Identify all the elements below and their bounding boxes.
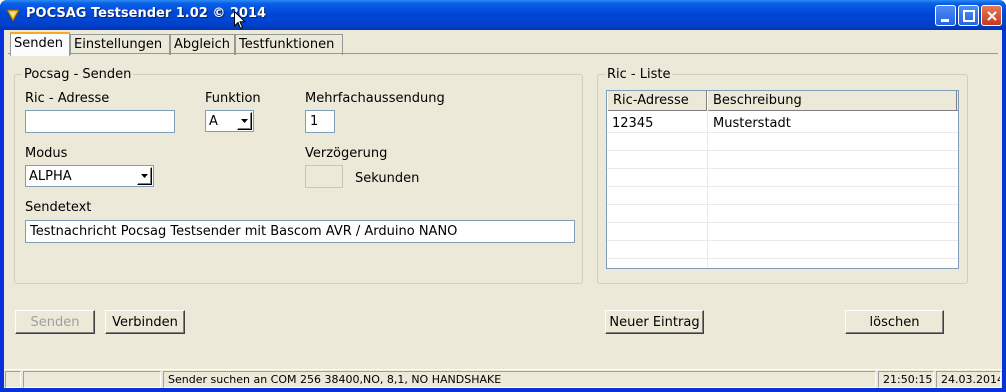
chevron-down-icon[interactable] [237, 112, 252, 130]
app-window: POCSAG Testsender 1.02 © 2014 Senden Ein… [0, 0, 1006, 392]
listview-header: Ric-Adresse Beschreibung [607, 91, 958, 111]
minimize-button[interactable] [935, 5, 956, 26]
status-date: 24.03.2014 [936, 371, 1001, 388]
list-item-ric: 12345 [612, 116, 654, 131]
status-time: 21:50:15 [878, 371, 934, 388]
function-select[interactable]: A [205, 110, 254, 132]
new-entry-button[interactable]: Neuer Eintrag [605, 310, 704, 334]
column-ric-address[interactable]: Ric-Adresse [607, 91, 707, 111]
function-select-value: A [209, 114, 218, 129]
delay-input[interactable] [305, 165, 343, 188]
maximize-button[interactable] [958, 5, 979, 26]
list-item-description: Musterstadt [713, 116, 791, 131]
title-bar[interactable]: POCSAG Testsender 1.02 © 2014 [0, 0, 1006, 30]
send-button[interactable]: Senden [15, 310, 95, 334]
app-icon [5, 7, 21, 23]
maximize-icon [963, 10, 975, 22]
mode-select-value: ALPHA [29, 169, 72, 184]
ric-input[interactable] [25, 110, 175, 133]
send-text-input[interactable]: Testnachricht Pocsag Testsender mit Basc… [25, 220, 575, 243]
tab-senden[interactable]: Senden [10, 32, 70, 56]
minimize-icon [941, 19, 949, 22]
mode-select[interactable]: ALPHA [25, 165, 154, 187]
empty-row [607, 169, 958, 187]
ric-listview[interactable]: Ric-Adresse Beschreibung 12345 Mustersta… [606, 90, 959, 269]
delay-unit-label: Sekunden [355, 171, 420, 186]
close-button[interactable] [981, 5, 1002, 26]
empty-row [607, 205, 958, 223]
empty-row [607, 151, 958, 169]
delay-label: Verzögerung [305, 146, 388, 161]
list-item[interactable]: 12345 Musterstadt [607, 115, 958, 133]
status-panel-empty [23, 371, 161, 388]
chevron-down-icon[interactable] [137, 167, 152, 185]
status-panel-empty [5, 371, 21, 388]
status-message: Sender suchen an COM 256 38400,NO, 8,1, … [163, 371, 876, 388]
tab-testfunktionen[interactable]: Testfunktionen [235, 34, 343, 55]
ric-label: Ric - Adresse [25, 91, 110, 106]
status-bar: Sender suchen an COM 256 38400,NO, 8,1, … [4, 369, 1002, 388]
close-icon [987, 11, 997, 21]
mode-label: Modus [25, 146, 68, 161]
send-group-title: Pocsag - Senden [22, 67, 134, 82]
empty-row [607, 187, 958, 205]
connect-button[interactable]: Verbinden [105, 310, 185, 334]
text-label: Sendetext [25, 200, 92, 215]
multi-input[interactable]: 1 [305, 110, 335, 133]
tab-einstellungen[interactable]: Einstellungen [70, 34, 170, 55]
empty-row [607, 133, 958, 151]
client-area: Senden Einstellungen Abgleich Testfunkti… [4, 30, 1002, 388]
multi-label: Mehrfachaussendung [305, 91, 445, 106]
function-label: Funktion [205, 91, 261, 106]
empty-row [607, 241, 958, 259]
empty-row [607, 223, 958, 241]
tab-abgleich[interactable]: Abgleich [170, 34, 235, 55]
delete-button[interactable]: löschen [845, 310, 944, 334]
window-title: POCSAG Testsender 1.02 © 2014 [26, 6, 267, 21]
ric-list-title: Ric - Liste [605, 67, 673, 82]
column-description[interactable]: Beschreibung [707, 91, 957, 111]
